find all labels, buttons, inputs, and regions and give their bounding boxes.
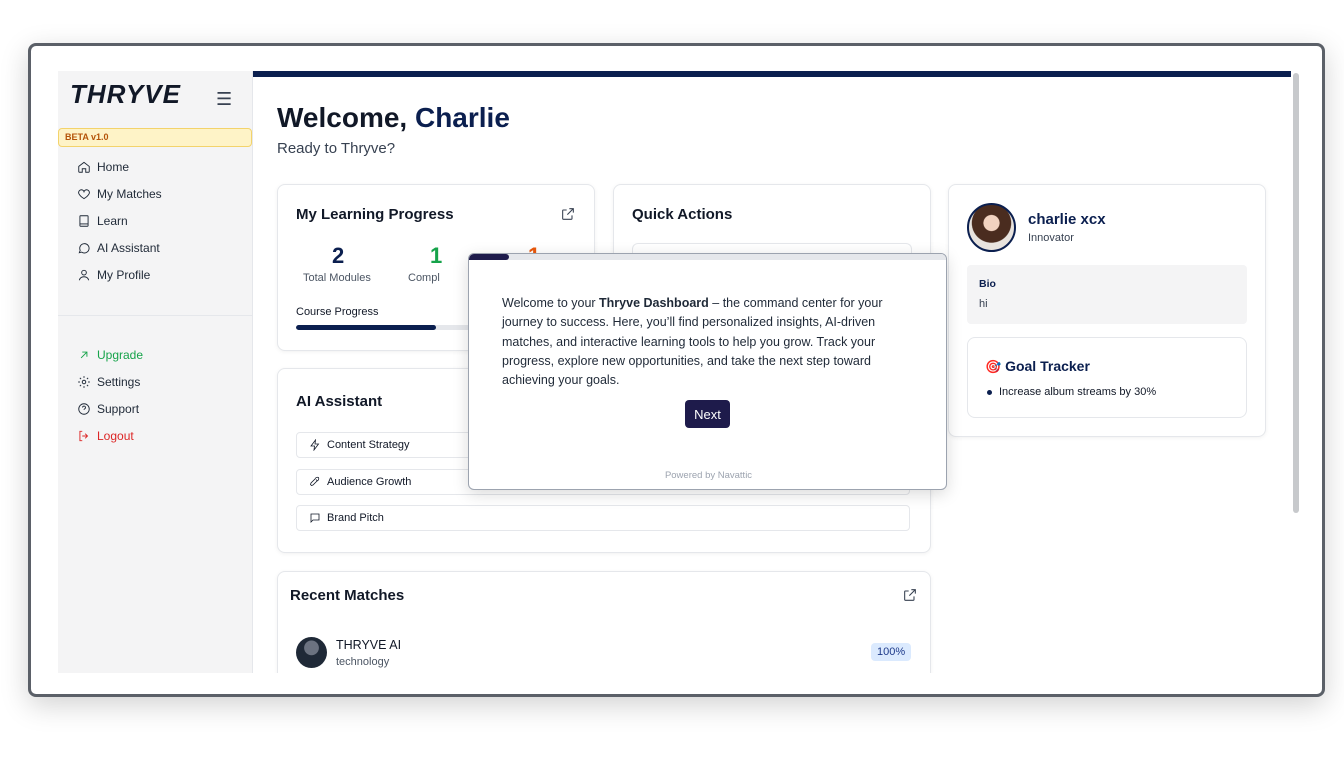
popup-message: Welcome to your Thryve Dashboard – the c… — [502, 296, 883, 388]
sidebar-item-upgrade[interactable]: Upgrade — [76, 341, 246, 368]
sidebar-item-label: Logout — [97, 428, 134, 443]
scrollbar[interactable] — [1293, 73, 1299, 513]
card-title: AI Assistant — [296, 393, 383, 410]
sidebar-item-learn[interactable]: Learn — [76, 207, 246, 234]
primary-nav: Home My Matches Learn AI Assistant My Pr… — [76, 153, 246, 288]
top-accent-bar — [253, 71, 1291, 77]
next-button[interactable]: Next — [685, 400, 730, 428]
logout-icon — [76, 428, 92, 444]
target-icon: 🎯 — [985, 359, 1002, 374]
sidebar-item-label: Support — [97, 401, 140, 416]
match-category: technology — [336, 656, 390, 668]
sidebar-item-label: Home — [97, 159, 130, 174]
page-title: Welcome, Charlie — [277, 102, 510, 133]
sidebar-item-label: AI Assistant — [97, 240, 160, 255]
sidebar-item-label: Settings — [97, 374, 141, 389]
sidebar-item-settings[interactable]: Settings — [76, 368, 246, 395]
brand-pitch-button[interactable]: Brand Pitch — [296, 505, 910, 531]
external-link-icon[interactable] — [560, 206, 576, 222]
sidebar-divider — [58, 315, 252, 316]
match-avatar[interactable] — [296, 637, 327, 668]
card-title: Quick Actions — [632, 206, 733, 223]
bio-text: hi — [979, 298, 988, 310]
match-score-badge: 100% — [871, 643, 912, 661]
completed-value: 1 — [430, 243, 443, 268]
course-progress-label: Course Progress — [296, 306, 379, 318]
recent-matches-card: Recent Matches THRYVE AI technology 100% — [277, 571, 931, 673]
total-modules-value: 2 — [332, 243, 345, 268]
message-square-icon — [310, 513, 320, 523]
user-first-name: Charlie — [414, 102, 510, 133]
bullet-icon — [987, 389, 992, 395]
course-progress-fill — [296, 325, 436, 330]
profile-avatar[interactable] — [967, 203, 1016, 252]
chat-icon — [76, 240, 92, 256]
user-icon — [76, 267, 92, 283]
rocket-icon — [310, 476, 320, 486]
sidebar-item-home[interactable]: Home — [76, 153, 246, 180]
sidebar: THRYVE ☰ BETA v1.0 Home My Matches Learn — [58, 71, 253, 673]
hamburger-menu-icon[interactable]: ☰ — [216, 90, 232, 108]
profile-name: charlie xcx — [1028, 211, 1106, 228]
sidebar-item-ai-assistant[interactable]: AI Assistant — [76, 234, 246, 261]
help-circle-icon — [76, 401, 92, 417]
profile-card: charlie xcx Innovator Bio hi 🎯 Goal Trac… — [948, 184, 1266, 437]
gear-icon — [76, 374, 92, 390]
sidebar-item-label: Upgrade — [97, 347, 144, 362]
book-icon — [76, 213, 92, 229]
sidebar-item-support[interactable]: Support — [76, 395, 246, 422]
sidebar-item-logout[interactable]: Logout — [76, 422, 246, 449]
bio-label: Bio — [979, 278, 996, 290]
sidebar-item-label: Learn — [97, 213, 128, 228]
goal-item: Increase album streams by 30% — [987, 386, 1156, 398]
heart-icon — [76, 186, 92, 202]
bio-box: Bio hi — [967, 265, 1247, 324]
secondary-nav: Upgrade Settings Support Logout — [76, 341, 246, 449]
home-icon — [76, 159, 92, 175]
app-window: THRYVE ☰ BETA v1.0 Home My Matches Learn — [58, 71, 1301, 673]
completed-label: Compl — [408, 272, 440, 284]
sidebar-item-label: My Profile — [97, 267, 151, 282]
popup-progress-bar — [469, 254, 946, 260]
goal-tracker-title: 🎯 Goal Tracker — [985, 358, 1090, 374]
button-label: Brand Pitch — [327, 512, 384, 524]
goal-tracker-box: 🎯 Goal Tracker Increase album streams by… — [967, 337, 1247, 418]
button-label: Audience Growth — [327, 476, 412, 488]
match-name[interactable]: THRYVE AI — [336, 638, 401, 652]
onboarding-popup: Welcome to your Thryve Dashboard – the c… — [468, 253, 947, 490]
thryve-logo[interactable]: THRYVE — [70, 79, 181, 110]
arrow-up-right-icon — [76, 347, 92, 363]
card-title: Recent Matches — [290, 587, 405, 604]
sidebar-item-my-matches[interactable]: My Matches — [76, 180, 246, 207]
powered-by-label[interactable]: Powered by Navattic — [469, 470, 946, 481]
popup-progress-fill — [469, 254, 509, 260]
page-subtitle: Ready to Thryve? — [277, 140, 396, 157]
browser-frame: THRYVE ☰ BETA v1.0 Home My Matches Learn — [28, 43, 1325, 697]
sidebar-item-label: My Matches — [97, 186, 162, 201]
sidebar-item-my-profile[interactable]: My Profile — [76, 261, 246, 288]
card-title: My Learning Progress — [296, 206, 454, 223]
beta-badge: BETA v1.0 — [58, 128, 252, 147]
external-link-icon[interactable] — [902, 587, 918, 603]
total-modules-label: Total Modules — [303, 272, 371, 284]
button-label: Content Strategy — [327, 439, 410, 451]
zap-icon — [310, 439, 320, 451]
profile-role: Innovator — [1028, 232, 1074, 244]
